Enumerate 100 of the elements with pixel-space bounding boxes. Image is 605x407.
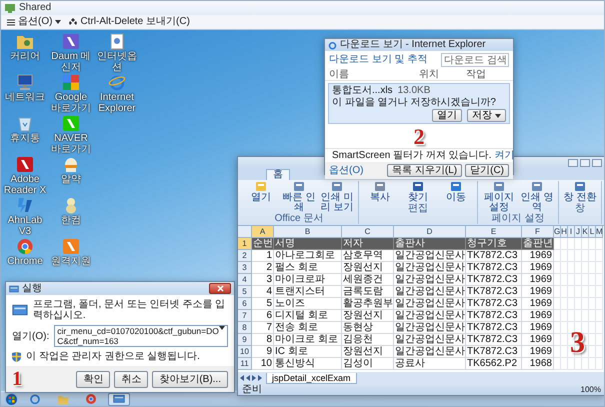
ribbon-button[interactable]: 열기 [242,181,280,213]
table-cell: 8 [252,334,274,346]
row-header[interactable]: 10 [238,346,252,358]
table-cell: 1969 [522,274,554,286]
download-heading: 다운로드 보기 및 추적 [329,54,428,66]
table-cell: 일간공업신문사 [394,262,466,274]
column-header[interactable]: K [582,226,589,238]
sheet-navigation-icon[interactable] [240,375,264,381]
options-link[interactable]: 옵션(O) [329,165,364,176]
close-button[interactable] [209,283,231,294]
column-header[interactable]: M [596,226,603,238]
ribbon-button[interactable]: 이동 [437,181,475,203]
ribbon-button[interactable]: 창 전환 [561,181,599,203]
folder-icon [16,33,34,50]
row-header[interactable]: 8 [238,322,252,334]
column-header[interactable]: C [342,226,394,238]
table-cell: 1969 [522,298,554,310]
table-cell: 일간공업신문사 [394,346,466,358]
table-cell: 장원선지 [342,262,394,274]
row-header[interactable]: 3 [238,262,252,274]
status-text: 준비 [242,384,262,395]
row-header[interactable]: 5 [238,286,252,298]
dialog-button[interactable]: 취소 [114,370,148,388]
app-tile-icon [62,238,80,255]
ribbon-button[interactable]: 빠른 인쇄 [280,181,318,213]
row-header[interactable]: 9 [238,334,252,346]
input-field[interactable]: cir_menu_cd=0107020100&ctf_gubun=DOC&ctf_num=163 [54,325,228,347]
row-header[interactable]: 6 [238,298,252,310]
column-header[interactable]: B [274,226,342,238]
caret-icon [219,326,225,330]
ribbon-tab[interactable]: 홈 [266,169,290,180]
ribbon-button[interactable]: 복사 [361,181,399,203]
group-label: 페이지 설정 [490,213,546,224]
row-header[interactable]: 1 [238,238,252,250]
tool-icon [331,181,343,192]
minimize-icon[interactable] [568,159,578,167]
tool-icon [374,181,386,192]
ribbon-button[interactable]: 인쇄 영역 [518,181,556,213]
column-header[interactable]: A [252,226,274,238]
row-header[interactable]: 4 [238,274,252,286]
zoom-level: 100% [580,384,601,395]
jar-icon [62,156,80,173]
table-cell: TK6562.P2 [466,358,522,370]
column-header[interactable]: I [568,226,575,238]
sheet-tab[interactable]: jspDetail_xcelExam [266,372,357,384]
options-menu[interactable]: 옵션(O) [7,16,62,28]
column-header[interactable]: J [575,226,582,238]
column-header[interactable]: H [561,226,568,238]
table-cell: 7 [252,322,274,334]
open-button[interactable]: 열기 [432,109,462,122]
smartscreen-message: SmartScreen 필터가 꺼져 있습니다. [332,150,492,161]
chrome-icon [85,393,97,405]
table-cell: 저자 [342,238,394,250]
save-button[interactable]: 저장 [467,109,506,122]
dialog-button[interactable]: 확인 [76,370,110,388]
column-header[interactable]: L [589,226,596,238]
table-cell: TK7872.C3 [466,298,522,310]
dialog-button[interactable]: 찾아보기(B)... [152,370,228,388]
enable-link[interactable]: 켜기 [494,150,514,161]
row-header[interactable]: 7 [238,310,252,322]
close-icon[interactable] [592,159,602,167]
send-keys-button[interactable]: Ctrl-Alt-Delete 보내기(C) [69,16,190,28]
taskbar-button[interactable] [108,392,130,406]
table-cell: 청구기호 [466,238,522,250]
run-icon [113,394,125,404]
download-prompt: 이 파일을 열거나 저장하시겠습니까? [332,97,497,108]
table-cell: 펄스 회로 [274,262,342,274]
run-icon [9,284,19,292]
table-cell: 1969 [522,334,554,346]
column-header[interactable]: E [466,226,522,238]
table-cell: 일간공업신문사 [394,310,466,322]
start-button[interactable] [5,392,18,406]
table-cell: 장원선지 [342,346,394,358]
file-size: 13.0KB [398,85,430,96]
table-cell: 김응천 [342,334,394,346]
caret-icon [55,20,62,24]
table-cell: 출판사 [394,238,466,250]
desktop-icon-label[interactable]: 커리어 [10,51,40,62]
select-all-corner[interactable] [238,226,252,238]
ribbon-button[interactable]: 페이지 설정 [480,181,518,213]
table-cell: 트랜지스터 [274,286,342,298]
column-header: 작업 [466,69,487,80]
file-name: 통합도서...xls [332,85,393,96]
column-header[interactable]: F [522,226,554,238]
dialog-button[interactable]: 닫기(C) [465,164,509,177]
menu-icon [7,18,15,26]
dialog-button[interactable]: 목록 지우기(L) [387,164,462,177]
row-header[interactable]: 11 [238,358,252,370]
ribbon-button[interactable]: 인쇄 미리 보기 [318,181,356,213]
column-header[interactable]: D [394,226,466,238]
ribbon-button[interactable]: 찾기 [399,181,437,203]
row-header[interactable]: 2 [238,250,252,262]
search-field[interactable]: 다운로드 검색 [441,53,509,67]
maximize-icon[interactable] [580,159,590,167]
table-cell: 출판년 [522,238,554,250]
window-title: Shared [19,2,52,14]
column-header[interactable]: G [554,226,561,238]
table-cell: 세원종건 [342,274,394,286]
table-cell: 전송 회로 [274,322,342,334]
download-item[interactable]: 통합도서...xls 13.0KB 이 파일을 열거나 저장하시겠습니까? 열기 저장 [328,83,510,124]
